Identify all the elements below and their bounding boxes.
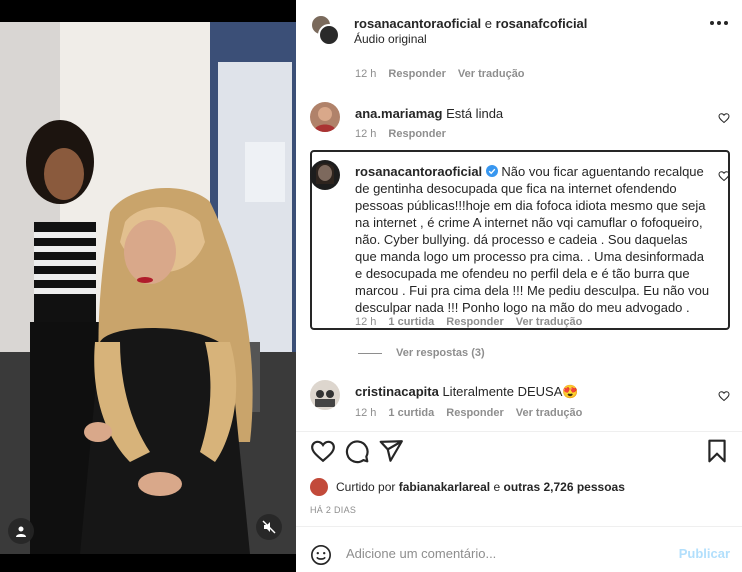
comment-content: Está linda xyxy=(446,106,504,121)
view-replies-button[interactable]: Ver respostas (3) xyxy=(358,347,485,359)
share-icon[interactable] xyxy=(378,438,404,464)
add-comment-row: Adicione um comentário... Publicar xyxy=(310,540,730,570)
reply-button[interactable]: Responder xyxy=(446,407,503,419)
caption-meta: 12 h Responder Ver tradução xyxy=(355,68,525,80)
more-icon[interactable] xyxy=(710,21,728,25)
likes-prefix: Curtido por xyxy=(336,480,396,494)
likes-count[interactable]: 1 curtida xyxy=(388,407,434,419)
comment-content: Literalmente DEUSA😍 xyxy=(442,384,579,399)
comment-text: ana.mariamag Está linda xyxy=(355,105,710,122)
author-conjunction: e xyxy=(484,16,493,31)
post-date[interactable]: HÁ 2 DIAS xyxy=(310,505,356,515)
action-bar xyxy=(310,438,730,466)
comment-username[interactable]: cristinacapita xyxy=(355,384,439,399)
timestamp: 12 h xyxy=(355,407,377,419)
comment-content: Não vou ficar aguentando recalque de gen… xyxy=(355,164,710,315)
video-panel[interactable] xyxy=(0,0,296,572)
comment-meta: 12 h Responder xyxy=(355,128,446,140)
liker-username[interactable]: fabianakarlareal xyxy=(399,480,490,494)
comment-item: ana.mariamag Está linda 12 h Responder xyxy=(310,102,730,142)
replies-divider xyxy=(358,352,382,354)
comment-icon[interactable] xyxy=(344,438,370,464)
comment-username[interactable]: ana.mariamag xyxy=(355,106,442,121)
avatar xyxy=(318,24,340,46)
avatar[interactable] xyxy=(310,102,340,132)
divider xyxy=(296,526,742,527)
likes-summary: Curtido por fabianakarlareal e outras 2,… xyxy=(310,478,625,496)
reply-button[interactable]: Responder xyxy=(446,316,503,328)
emoji-icon[interactable] xyxy=(310,544,332,566)
post-header: rosanacantoraoficial e rosanafcoficial Á… xyxy=(296,0,742,58)
reply-button[interactable]: Responder xyxy=(388,68,445,80)
user-tag-icon xyxy=(16,526,26,537)
mute-button[interactable] xyxy=(256,514,282,540)
comments-panel: rosanacantoraoficial e rosanafcoficial Á… xyxy=(296,0,742,572)
bookmark-icon[interactable] xyxy=(704,438,730,464)
comment-item: rosanacantoraoficial Não vou ficar aguen… xyxy=(310,160,730,330)
post-authors: rosanacantoraoficial e rosanafcoficial xyxy=(354,16,587,31)
mute-icon xyxy=(262,520,276,534)
author-link[interactable]: rosanacantoraoficial xyxy=(354,16,481,31)
heart-icon[interactable] xyxy=(718,112,730,124)
avatar[interactable] xyxy=(310,380,340,410)
heart-icon[interactable] xyxy=(310,438,336,464)
timestamp: 12 h xyxy=(355,316,377,328)
likes-count[interactable]: 1 curtida xyxy=(388,316,434,328)
heart-icon[interactable] xyxy=(718,170,730,182)
heart-icon[interactable] xyxy=(718,390,730,402)
translate-button[interactable]: Ver tradução xyxy=(516,407,583,419)
comment-meta: 12 h 1 curtida Responder Ver tradução xyxy=(355,316,582,328)
translate-button[interactable]: Ver tradução xyxy=(458,68,525,80)
comment-item: cristinacapita Literalmente DEUSA😍 12 h … xyxy=(310,380,730,424)
timestamp: 12 h xyxy=(355,128,377,140)
likes-others-link[interactable]: outras 2,726 pessoas xyxy=(503,480,624,494)
view-replies-label: Ver respostas (3) xyxy=(396,347,485,359)
avatar[interactable] xyxy=(310,478,328,496)
author-link[interactable]: rosanafcoficial xyxy=(496,16,588,31)
avatar[interactable] xyxy=(310,160,340,190)
user-tag-button[interactable] xyxy=(8,518,34,544)
comment-input[interactable]: Adicione um comentário... xyxy=(346,546,496,561)
divider xyxy=(296,431,742,432)
reply-button[interactable]: Responder xyxy=(388,128,445,140)
comment-text: rosanacantoraoficial Não vou ficar aguen… xyxy=(355,163,710,316)
publish-button[interactable]: Publicar xyxy=(679,546,730,561)
translate-button[interactable]: Ver tradução xyxy=(516,316,583,328)
video-frame[interactable] xyxy=(0,22,296,554)
video-scene xyxy=(0,22,296,554)
verified-icon xyxy=(485,165,498,177)
comment-username[interactable]: rosanacantoraoficial xyxy=(355,164,482,179)
comment-text: cristinacapita Literalmente DEUSA😍 xyxy=(355,383,710,400)
likes-middle: e xyxy=(493,480,501,494)
timestamp: 12 h xyxy=(355,68,377,80)
audio-link[interactable]: Áudio original xyxy=(354,32,427,46)
comment-meta: 12 h 1 curtida Responder Ver tradução xyxy=(355,407,582,419)
author-avatars[interactable] xyxy=(310,14,340,46)
